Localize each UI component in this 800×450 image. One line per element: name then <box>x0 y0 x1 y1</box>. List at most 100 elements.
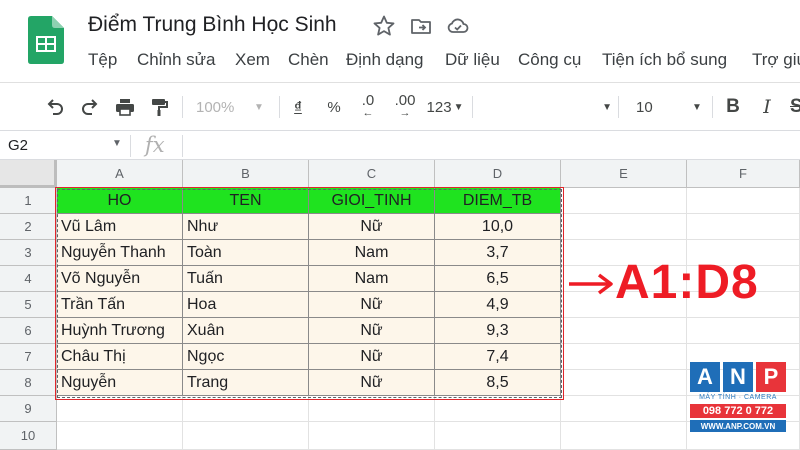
print-icon[interactable] <box>112 94 138 120</box>
format-percent-button[interactable]: % <box>323 94 345 120</box>
font-family-select[interactable]: ▼ <box>480 94 612 120</box>
row-header-2[interactable]: 2 <box>0 214 57 240</box>
menu-view[interactable]: Xem <box>235 50 270 70</box>
cell-ho[interactable]: Võ Nguyễn <box>57 266 183 292</box>
empty-cell[interactable] <box>561 344 687 370</box>
menu-insert[interactable]: Chèn <box>288 50 329 70</box>
empty-cell[interactable] <box>561 214 687 240</box>
column-header-e[interactable]: E <box>561 160 687 188</box>
decrease-decimal-button[interactable]: .0 ← <box>354 93 382 120</box>
empty-cell[interactable] <box>435 422 561 450</box>
cell-gioi-tinh[interactable]: Nữ <box>309 214 435 240</box>
header-cell-ho[interactable]: HO <box>57 188 183 214</box>
increase-decimal-button[interactable]: .00 → <box>390 93 420 120</box>
menu-format[interactable]: Định dạng <box>346 50 424 70</box>
bold-button[interactable]: B <box>722 94 744 120</box>
row-header-8[interactable]: 8 <box>0 370 57 396</box>
menu-addons[interactable]: Tiện ích bổ sung <box>602 50 727 70</box>
column-header-d[interactable]: D <box>435 160 561 188</box>
column-header-a[interactable]: A <box>57 160 183 188</box>
document-title[interactable]: Điểm Trung Bình Học Sinh <box>88 13 337 37</box>
cell-ten[interactable]: Hoa <box>183 292 309 318</box>
sheets-logo-icon[interactable] <box>28 16 64 64</box>
empty-cell[interactable] <box>687 318 800 344</box>
empty-cell[interactable] <box>57 396 183 422</box>
font-size-select[interactable]: 10 ▼ <box>626 94 712 120</box>
cell-diem-tb[interactable]: 10,0 <box>435 214 561 240</box>
cell-ho[interactable]: Nguyễn <box>57 370 183 396</box>
cell-gioi-tinh[interactable]: Nam <box>309 240 435 266</box>
empty-cell[interactable] <box>561 318 687 344</box>
header-cell-gioi-tinh[interactable]: GIOI_TINH <box>309 188 435 214</box>
paint-format-icon[interactable] <box>146 94 172 120</box>
watermark-url: WWW.ANP.COM.VN <box>690 420 786 432</box>
cell-ten[interactable]: Trang <box>183 370 309 396</box>
cell-ho[interactable]: Vũ Lâm <box>57 214 183 240</box>
menu-file[interactable]: Tệp <box>88 50 117 70</box>
column-header-f[interactable]: F <box>687 160 800 188</box>
row-header-9[interactable]: 9 <box>0 396 57 422</box>
empty-cell[interactable] <box>687 188 800 214</box>
cell-diem-tb[interactable]: 7,4 <box>435 344 561 370</box>
empty-cell[interactable] <box>309 396 435 422</box>
row-header-3[interactable]: 3 <box>0 240 57 266</box>
zoom-select[interactable]: 100% ▼ <box>196 94 272 120</box>
cell-gioi-tinh[interactable]: Nữ <box>309 292 435 318</box>
row-header-10[interactable]: 10 <box>0 422 57 450</box>
cell-gioi-tinh[interactable]: Nữ <box>309 344 435 370</box>
column-header-c[interactable]: C <box>309 160 435 188</box>
empty-cell[interactable] <box>183 422 309 450</box>
cell-ho[interactable]: Châu Thị <box>57 344 183 370</box>
cell-ten[interactable]: Ngọc <box>183 344 309 370</box>
empty-cell[interactable] <box>561 370 687 396</box>
italic-button[interactable]: I <box>756 94 778 120</box>
empty-cell[interactable] <box>57 422 183 450</box>
empty-cell[interactable] <box>183 396 309 422</box>
cell-ten[interactable]: Xuân <box>183 318 309 344</box>
row-header-4[interactable]: 4 <box>0 266 57 292</box>
empty-cell[interactable] <box>561 396 687 422</box>
cell-gioi-tinh[interactable]: Nữ <box>309 370 435 396</box>
cell-diem-tb[interactable]: 6,5 <box>435 266 561 292</box>
cell-diem-tb[interactable]: 9,3 <box>435 318 561 344</box>
select-all-corner[interactable] <box>0 160 57 188</box>
cell-diem-tb[interactable]: 4,9 <box>435 292 561 318</box>
cell-ho[interactable]: Huỳnh Trương <box>57 318 183 344</box>
cell-diem-tb[interactable]: 3,7 <box>435 240 561 266</box>
cell-ho[interactable]: Trần Tấn <box>57 292 183 318</box>
header-cell-diem-tb[interactable]: DIEM_TB <box>435 188 561 214</box>
empty-cell[interactable] <box>561 422 687 450</box>
empty-cell[interactable] <box>435 396 561 422</box>
menu-edit[interactable]: Chỉnh sửa <box>137 50 215 70</box>
cell-diem-tb[interactable]: 8,5 <box>435 370 561 396</box>
cell-ten[interactable]: Như <box>183 214 309 240</box>
empty-cell[interactable] <box>687 214 800 240</box>
menu-help[interactable]: Trợ giú <box>752 50 800 70</box>
row-header-7[interactable]: 7 <box>0 344 57 370</box>
undo-icon[interactable] <box>42 94 68 120</box>
cell-ten[interactable]: Tuấn <box>183 266 309 292</box>
cell-ho[interactable]: Nguyễn Thanh <box>57 240 183 266</box>
cloud-saved-icon[interactable] <box>446 14 470 38</box>
empty-cell[interactable] <box>561 188 687 214</box>
cell-gioi-tinh[interactable]: Nam <box>309 266 435 292</box>
menu-data[interactable]: Dữ liệu <box>445 50 500 70</box>
cell-gioi-tinh[interactable]: Nữ <box>309 318 435 344</box>
format-currency-button[interactable]: ₫ <box>289 94 307 120</box>
empty-cell[interactable] <box>309 422 435 450</box>
row-header-6[interactable]: 6 <box>0 318 57 344</box>
column-header-b[interactable]: B <box>183 160 309 188</box>
name-box[interactable]: G2 <box>8 137 28 154</box>
strikethrough-button[interactable]: S <box>790 94 800 120</box>
move-to-folder-icon[interactable] <box>409 14 433 38</box>
header-cell-ten[interactable]: TEN <box>183 188 309 214</box>
toolbar-divider <box>618 96 619 118</box>
more-formats-select[interactable]: 123 ▼ <box>425 94 465 120</box>
chevron-down-icon[interactable]: ▼ <box>112 138 122 149</box>
menu-tools[interactable]: Công cụ <box>518 50 581 70</box>
row-header-1[interactable]: 1 <box>0 188 57 214</box>
row-header-5[interactable]: 5 <box>0 292 57 318</box>
star-icon[interactable] <box>372 14 396 38</box>
redo-icon[interactable] <box>77 94 103 120</box>
cell-ten[interactable]: Toàn <box>183 240 309 266</box>
